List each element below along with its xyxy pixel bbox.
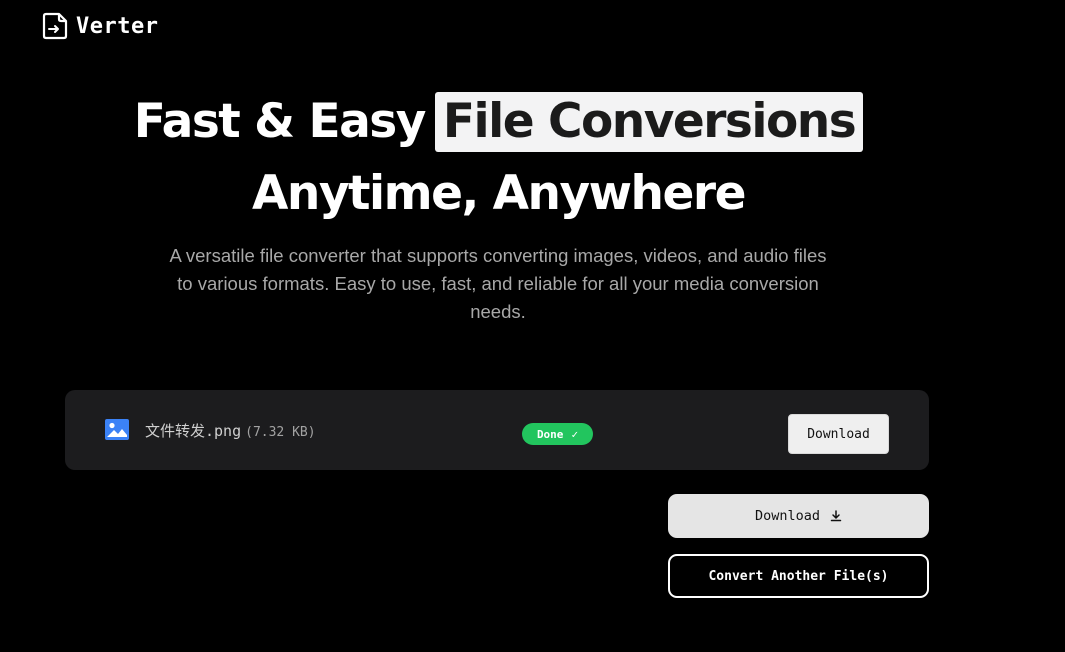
status-text: Done [536,427,564,441]
download-all-button[interactable]: Download [668,494,929,538]
download-all-label: Download [754,508,821,524]
download-icon [830,510,842,522]
brand-logo[interactable]: Verter [42,12,158,40]
status-badge: Done ✓ [522,423,593,445]
hero-title: Fast & Easy File Conversions [0,92,997,152]
brand-name: Verter [76,13,159,39]
image-icon [105,419,129,440]
convert-another-button[interactable]: Convert Another File(s) [668,554,929,598]
file-name: 文件转发.png (7.32 KB) [145,420,316,441]
check-icon: ✓ [571,427,579,441]
file-name-text: 文件转发.png [145,422,242,440]
file-size: (7.32 KB) [245,425,316,440]
hero-subtitle: A versatile file converter that supports… [169,245,827,322]
page: Verter Fast & Easy File Conversions Anyti… [0,0,1065,652]
file-convert-icon [42,12,68,40]
file-download-button[interactable]: Download [788,414,889,454]
hero-title-part1: Fast & Easy [133,94,427,149]
hero-title-line2: Anytime, Anywhere [0,163,997,225]
hero-title-highlight: File Conversions [434,92,864,152]
file-row: 文件转发.png (7.32 KB) Done ✓ Download [65,390,929,470]
hero-title-line2-text: Anytime, Anywhere [252,166,746,221]
